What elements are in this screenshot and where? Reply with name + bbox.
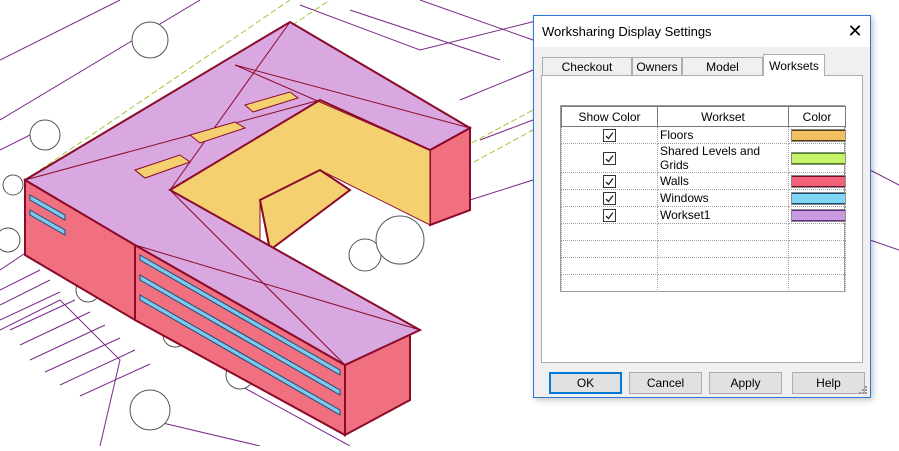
empty-cell [561,257,658,275]
show-color-cell [561,189,658,207]
header-color[interactable]: Color [788,106,846,127]
dialog-titlebar[interactable]: Worksharing Display Settings ✕ [534,16,870,47]
tab-owners[interactable]: Owners [632,57,682,75]
table-row: Shared Levels and Grids [561,143,846,173]
show-color-checkbox[interactable] [603,129,616,143]
show-color-cell [561,206,658,224]
table-row: Floors [561,126,846,144]
empty-cell [788,240,846,258]
ok-button[interactable]: OK [549,372,622,394]
check-icon [605,212,614,220]
tab-model-updates[interactable]: Model Updates [682,57,763,92]
color-swatch[interactable] [791,191,846,205]
show-color-cell [561,126,658,144]
empty-cell [657,257,789,275]
header-show-color[interactable]: Show Color [561,106,658,127]
show-color-cell [561,143,658,173]
empty-cell [788,257,846,275]
color-cell[interactable] [788,206,846,224]
workset-name-cell[interactable]: Workset1 [657,206,789,224]
check-icon [605,178,614,186]
show-color-checkbox[interactable] [603,192,616,206]
cancel-button[interactable]: Cancel [629,372,702,394]
color-cell[interactable] [788,126,846,144]
header-workset[interactable]: Workset [657,106,789,127]
workset-name-cell[interactable]: Shared Levels and Grids [657,143,789,173]
show-color-checkbox[interactable] [603,152,616,166]
empty-cell [657,223,789,241]
workset-name-cell[interactable]: Floors [657,126,789,144]
tab-checkout-status[interactable]: Checkout Status [542,57,632,92]
color-swatch[interactable] [791,174,846,188]
tab-worksets[interactable]: Worksets [763,54,825,76]
empty-cell [788,223,846,241]
workset-name-cell[interactable]: Windows [657,189,789,207]
empty-row [561,274,846,292]
worksets-table: Show Color Workset Color Floors Shared Le… [560,105,846,292]
empty-row [561,257,846,275]
worksets-panel: Show Color Workset Color Floors Shared Le… [541,75,863,363]
color-swatch[interactable] [791,208,846,222]
table-row: Windows [561,189,846,207]
empty-cell [561,240,658,258]
show-color-checkbox[interactable] [603,209,616,223]
empty-row [561,223,846,241]
empty-row [561,240,846,258]
color-swatch[interactable] [791,128,846,142]
empty-cell [788,274,846,292]
color-cell[interactable] [788,172,846,190]
check-icon [605,132,614,140]
apply-button[interactable]: Apply [709,372,782,394]
empty-cell [561,223,658,241]
show-color-checkbox[interactable] [603,175,616,189]
close-icon[interactable]: ✕ [840,16,870,47]
show-color-cell [561,172,658,190]
check-icon [605,155,614,163]
workset-name-cell[interactable]: Walls [657,172,789,190]
dialog-title: Worksharing Display Settings [542,24,712,39]
table-row: Workset1 [561,206,846,224]
color-cell[interactable] [788,143,846,173]
empty-cell [561,274,658,292]
color-swatch[interactable] [791,151,846,165]
check-icon [605,195,614,203]
worksharing-display-dialog: Worksharing Display Settings ✕ Checkout … [533,15,871,398]
color-cell[interactable] [788,189,846,207]
empty-cell [657,274,789,292]
resize-grip-icon[interactable] [858,385,868,395]
table-row: Walls [561,172,846,190]
help-button[interactable]: Help [792,372,865,394]
empty-cell [657,240,789,258]
